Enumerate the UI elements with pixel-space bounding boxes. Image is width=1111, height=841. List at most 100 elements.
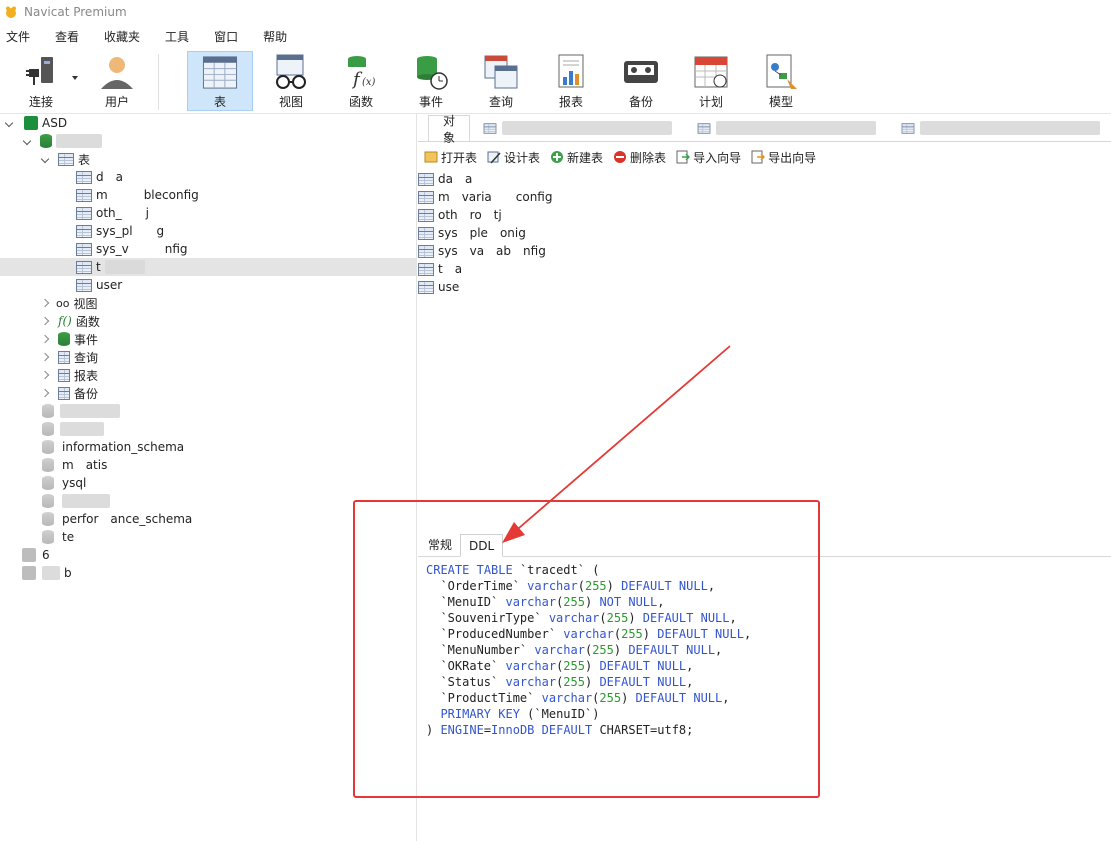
object-list-item[interactable]: use (418, 278, 718, 296)
tree-table-item[interactable]: m bleconfig (76, 186, 199, 204)
tree-table-item[interactable]: sys_v nfig (76, 240, 188, 258)
tree-events-group[interactable]: 事件 (40, 330, 98, 348)
tree-database-item[interactable]: ysql (42, 474, 86, 492)
redacted-text (716, 121, 877, 135)
menu-help[interactable]: 帮助 (257, 28, 293, 45)
tree-database-item[interactable]: te (42, 528, 74, 546)
table-icon (418, 280, 434, 294)
chevron-right-icon[interactable] (40, 387, 52, 399)
object-list-item[interactable]: m varia config (418, 188, 718, 206)
table-icon (76, 188, 92, 202)
object-list-item[interactable]: da a (418, 170, 718, 188)
table-icon (418, 190, 434, 204)
design-table-button[interactable]: 设计表 (487, 149, 540, 166)
tree-table-item[interactable]: user (76, 276, 122, 294)
tree-views-group[interactable]: oo 视图 (40, 294, 97, 312)
menu-favorites[interactable]: 收藏夹 (98, 28, 146, 45)
database-icon (42, 494, 54, 508)
table-icon (483, 122, 497, 134)
model-button[interactable]: 模型 (748, 51, 814, 111)
report-button[interactable]: 报表 (538, 51, 604, 111)
view-button[interactable]: 视图 (258, 51, 324, 111)
tree-database-item[interactable]: perfor ance_schema (42, 510, 192, 528)
backup-icon (58, 386, 70, 400)
function-icon: f (x) (348, 56, 376, 90)
tree-connection-item[interactable]: 6 (22, 546, 50, 564)
tree-database-item[interactable]: information_schema (42, 438, 184, 456)
delete-table-button[interactable]: 删除表 (613, 149, 666, 166)
schedule-button[interactable]: 计划 (678, 51, 744, 111)
chevron-right-icon[interactable] (40, 333, 52, 345)
object-list-item[interactable]: sys ple onig (418, 224, 718, 242)
tab-table-editor[interactable] (888, 115, 1111, 141)
database-icon (42, 458, 54, 472)
chevron-down-icon[interactable] (22, 135, 34, 147)
tab-objects[interactable]: 对象 (428, 114, 471, 145)
export-wizard-button[interactable]: 导出向导 (751, 149, 816, 166)
tab-table-editor[interactable] (684, 115, 888, 141)
table-icon (76, 260, 92, 274)
table-icon (418, 226, 434, 240)
tree-table-item[interactable]: oth_ j (76, 204, 149, 222)
new-table-button[interactable]: 新建表 (550, 149, 603, 166)
chevron-right-icon[interactable] (40, 351, 52, 363)
tree-backups-group[interactable]: 备份 (40, 384, 98, 402)
object-list-item[interactable]: oth ro tj (418, 206, 718, 224)
database-icon (42, 440, 54, 454)
database-icon (42, 530, 54, 544)
backup-button[interactable]: 备份 (608, 51, 674, 111)
chevron-right-icon[interactable] (40, 297, 52, 309)
database-icon (42, 422, 54, 436)
tree-table-item-selected[interactable]: t (0, 258, 416, 276)
object-toolbar: 打开表 设计表 新建表 删除表 导入向导 导出向导 (418, 146, 1111, 168)
chevron-right-icon[interactable] (40, 369, 52, 381)
object-list: da a m varia config oth ro tj sys ple on… (418, 170, 718, 296)
redacted-text (60, 422, 104, 436)
tree-database-item[interactable] (42, 420, 104, 438)
calendar-icon (694, 56, 728, 88)
table-icon (697, 122, 711, 134)
redacted-text (62, 494, 110, 508)
title-bar: Navicat Premium (0, 0, 1111, 24)
import-wizard-button[interactable]: 导入向导 (676, 149, 741, 166)
table-icon (76, 170, 92, 184)
tab-table-editor[interactable] (470, 115, 684, 141)
chevron-down-icon[interactable] (72, 76, 78, 80)
chevron-down-icon[interactable] (4, 117, 16, 129)
tree-tables-group[interactable]: 表 (40, 150, 90, 168)
query-button[interactable]: 查询 (468, 51, 534, 111)
table-icon (58, 152, 74, 166)
object-list-item-selected[interactable]: t a (418, 260, 718, 278)
menu-tools[interactable]: 工具 (159, 28, 195, 45)
tree-database-item[interactable]: m atis (42, 456, 107, 474)
tree-connection[interactable]: ASD (4, 114, 67, 132)
table-button[interactable]: 表 (187, 51, 253, 111)
redacted-text (60, 404, 120, 418)
connection-icon (22, 566, 36, 580)
tree-functions-group[interactable]: f() 函数 (40, 312, 100, 330)
tree-database[interactable] (22, 132, 102, 150)
object-list-item[interactable]: sys va ab nfig (418, 242, 718, 260)
tree-table-item[interactable]: d a (76, 168, 123, 186)
user-button[interactable]: 用户 (84, 51, 150, 111)
tree-queries-group[interactable]: 查询 (40, 348, 98, 366)
menu-bar: 文件 查看 收藏夹 工具 窗口 帮助 (0, 24, 1111, 48)
function-button[interactable]: f (x) 函数 (328, 51, 394, 111)
connection-icon (22, 548, 36, 562)
chevron-right-icon[interactable] (40, 315, 52, 327)
tree-reports-group[interactable]: 报表 (40, 366, 98, 384)
tree-table-item[interactable]: sys_pl g (76, 222, 164, 240)
database-icon (40, 134, 52, 148)
menu-file[interactable]: 文件 (0, 28, 36, 45)
event-button[interactable]: 事件 (398, 51, 464, 111)
tree-database-item[interactable] (42, 402, 120, 420)
toolbar-separator (158, 54, 159, 110)
tree-connection-item[interactable]: b (22, 564, 72, 582)
table-icon (418, 262, 434, 276)
connect-button[interactable]: 连接 (8, 51, 74, 111)
open-table-button[interactable]: 打开表 (424, 149, 477, 166)
menu-view[interactable]: 查看 (49, 28, 85, 45)
menu-window[interactable]: 窗口 (208, 28, 244, 45)
tree-database-item[interactable] (42, 492, 110, 510)
chevron-down-icon[interactable] (40, 153, 52, 165)
